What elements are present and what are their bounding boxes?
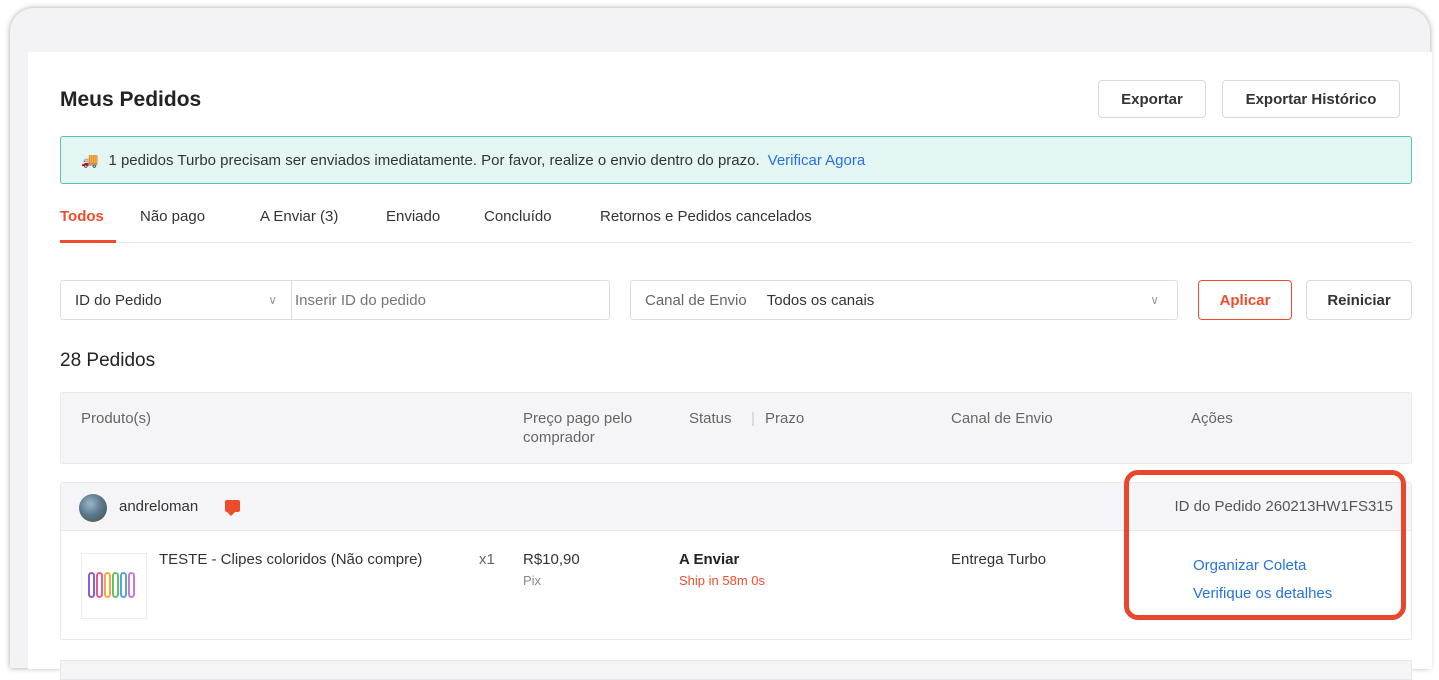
view-details-link[interactable]: Verifique os detalhes (1193, 585, 1332, 602)
tab-enviado[interactable]: Enviado (386, 208, 440, 225)
header-actions: Ações (1191, 410, 1233, 427)
header-status: Status (689, 410, 732, 427)
orders-table-header: Produto(s) Preço pago pelo comprador Sta… (60, 392, 1412, 464)
tab-todos[interactable]: Todos (60, 208, 104, 225)
clip-icon (88, 572, 95, 598)
clip-icon (120, 572, 127, 598)
order-id-input[interactable] (293, 285, 597, 315)
order-tabs: Todos Não pago A Enviar (3) Enviado Conc… (60, 202, 1412, 243)
reset-button[interactable]: Reiniciar (1306, 280, 1412, 320)
channel-filter-label: Canal de Envio (645, 291, 747, 309)
chevron-down-icon: ∨ (268, 293, 277, 307)
window-frame: Meus Pedidos Exportar Exportar Histórico… (10, 8, 1432, 680)
order-card-header: andreloman ID do Pedido 260213HW1FS315 (61, 483, 1411, 531)
shipping-channel-select[interactable]: Canal de Envio Todos os canais ∨ (630, 280, 1178, 320)
tab-concluido[interactable]: Concluído (484, 208, 552, 225)
alert-message: 1 pedidos Turbo precisam ser enviados im… (108, 151, 760, 169)
page-title: Meus Pedidos (60, 88, 202, 111)
chat-icon[interactable] (225, 500, 240, 516)
clip-icon (128, 572, 135, 598)
chevron-down-icon: ∨ (1150, 293, 1159, 307)
tab-nao-pago[interactable]: Não pago (140, 208, 205, 225)
search-type-select[interactable]: ID do Pedido ∨ (61, 281, 292, 319)
search-type-value: ID do Pedido (75, 291, 162, 309)
order-price: R$10,90 (523, 551, 580, 568)
active-tab-underline (60, 240, 116, 243)
ship-deadline: Ship in 58m 0s (679, 573, 765, 588)
clip-icon (96, 572, 103, 598)
product-name[interactable]: TESTE - Clipes coloridos (Não compre) (159, 551, 422, 568)
export-button[interactable]: Exportar (1098, 80, 1206, 118)
order-id: ID do Pedido 260213HW1FS315 (1174, 498, 1393, 515)
payment-method: Pix (523, 573, 542, 588)
order-search-group: ID do Pedido ∨ (60, 280, 610, 320)
verify-now-link[interactable]: Verificar Agora (768, 152, 866, 169)
apply-button[interactable]: Aplicar (1198, 280, 1292, 320)
arrange-pickup-link[interactable]: Organizar Coleta (1193, 557, 1306, 574)
turbo-alert-banner: 🚚 1 pedidos Turbo precisam ser enviados … (60, 136, 1412, 184)
buyer-username[interactable]: andreloman (119, 498, 198, 515)
next-order-card (60, 660, 1412, 680)
orders-panel: Meus Pedidos Exportar Exportar Histórico… (28, 52, 1432, 680)
header-price: Preço pago pelo comprador (523, 410, 633, 446)
header-products: Produto(s) (81, 410, 152, 427)
header-deadline: Prazo (765, 410, 805, 427)
orders-count: 28 Pedidos (60, 350, 156, 371)
export-history-button[interactable]: Exportar Histórico (1222, 80, 1400, 118)
channel-filter-value: Todos os canais (766, 291, 875, 309)
order-card: andreloman ID do Pedido 260213HW1FS315 T… (60, 482, 1412, 640)
product-quantity: x1 (479, 551, 495, 568)
product-thumbnail[interactable] (81, 553, 147, 619)
clip-icon (104, 572, 111, 598)
truck-icon: 🚚 (81, 151, 99, 168)
tab-a-enviar[interactable]: A Enviar (3) (260, 208, 338, 225)
header-channel: Canal de Envio (951, 410, 1053, 427)
buyer-avatar[interactable] (79, 494, 107, 522)
shipping-channel: Entrega Turbo (951, 551, 1047, 568)
order-status: A Enviar (679, 551, 740, 568)
tab-retornos-cancelados[interactable]: Retornos e Pedidos cancelados (600, 208, 812, 225)
header-divider: | (751, 410, 755, 427)
clip-icon (112, 572, 119, 598)
